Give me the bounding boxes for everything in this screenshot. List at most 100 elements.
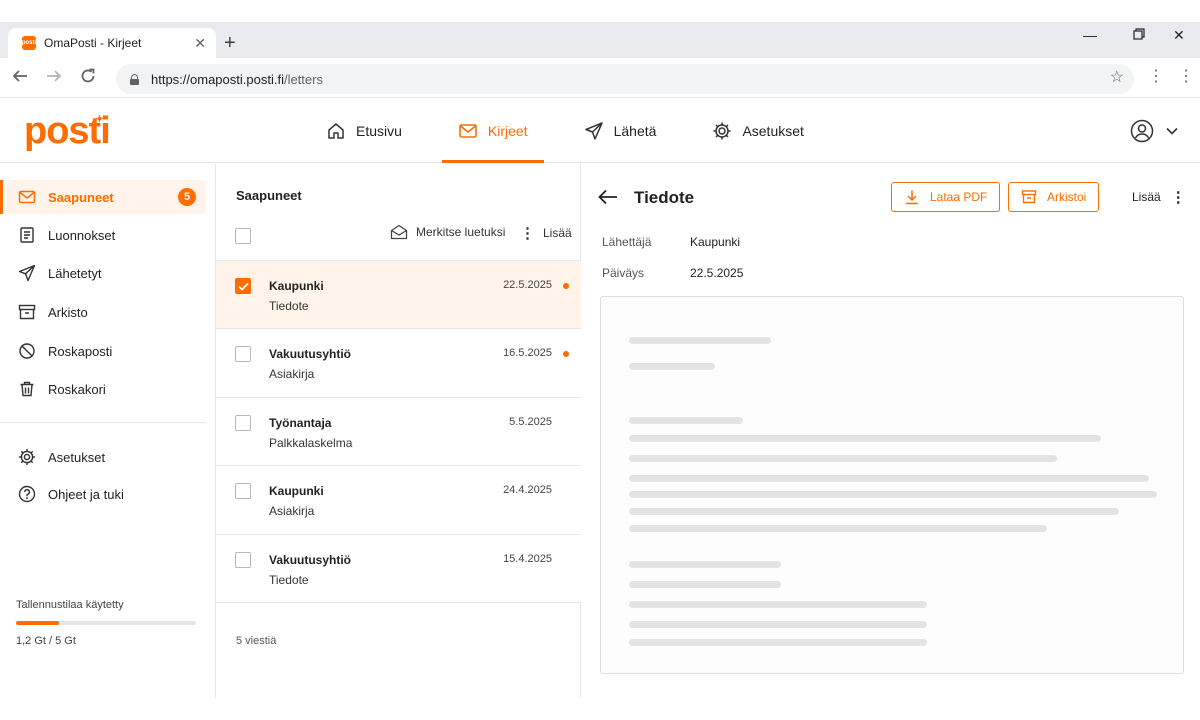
mark-read-button[interactable]: Merkitse luetuksi	[390, 224, 505, 240]
sidebar-item-ohjeet[interactable]: Ohjeet ja tuki	[6, 477, 206, 511]
nav-etusivu-label: Etusivu	[356, 123, 402, 139]
url-path: /letters	[283, 71, 323, 87]
sidebar-item-label: Roskaposti	[48, 343, 113, 359]
row-subject: Tiedote	[269, 299, 309, 313]
document-placeholder-line	[629, 491, 1157, 498]
row-sender: Kaupunki	[269, 484, 324, 499]
document-placeholder-line	[629, 337, 771, 344]
select-all-checkbox[interactable]	[235, 228, 251, 244]
logo-spark-icon	[96, 115, 103, 122]
sidebar-item-lahetetyt[interactable]: Lähetetyt	[6, 256, 206, 290]
message-row[interactable]: Työnantaja Palkkalaskelma 5.5.2025	[216, 397, 581, 467]
mail-icon	[18, 190, 36, 204]
sidebar-item-luonnokset[interactable]: Luonnokset	[6, 218, 206, 252]
browser-tab[interactable]: posti OmaPosti - Kirjeet ✕	[8, 28, 216, 58]
gear-icon	[19, 449, 35, 465]
document-placeholder-line	[629, 561, 781, 568]
sidebar-item-label: Luonnokset	[48, 227, 116, 243]
date-label: Päiväys	[602, 266, 645, 280]
download-pdf-button[interactable]: Lataa PDF	[891, 182, 1001, 212]
sidebar-item-label: Roskakori	[48, 381, 106, 397]
row-date: 16.5.2025	[503, 347, 552, 360]
app-header: posti Etusivu Kirjeet Lähetä Asetukset	[0, 99, 1200, 163]
row-checkbox[interactable]	[235, 551, 251, 568]
detail-more-label: Lisää	[1132, 190, 1161, 204]
draft-icon	[20, 227, 34, 243]
archive-button[interactable]: Arkistoi	[1008, 182, 1100, 212]
minimize-icon[interactable]: —	[1083, 28, 1097, 42]
address-bar[interactable]: https://omaposti.posti.fi/letters ☆	[116, 64, 1134, 94]
sidebar-divider	[0, 422, 206, 423]
nav-asetukset[interactable]: Asetukset	[696, 99, 819, 163]
document-placeholder-line	[629, 508, 1119, 515]
document-placeholder-line	[629, 475, 1149, 482]
list-more-button[interactable]: ⋮ Lisää	[520, 224, 572, 242]
archive-icon	[1021, 190, 1037, 204]
sidebar-item-roskakori[interactable]: Roskakori	[6, 372, 206, 406]
sidebar-item-label: Arkisto	[48, 304, 88, 320]
sidebar-item-saapuneet[interactable]: Saapuneet 5	[0, 180, 206, 214]
send-icon	[584, 122, 603, 140]
help-icon	[18, 485, 36, 503]
date-value: 22.5.2025	[690, 266, 744, 280]
detail-more-button[interactable]: Lisää ⋮	[1132, 188, 1186, 206]
message-row[interactable]: Kaupunki Asiakirja 24.4.2025	[216, 466, 581, 535]
restore-icon[interactable]	[1133, 28, 1145, 42]
document-placeholder-line	[629, 639, 927, 646]
nav-kirjeet-label: Kirjeet	[487, 123, 528, 139]
message-row[interactable]: Kaupunki Tiedote 22.5.2025	[216, 261, 581, 330]
mark-read-label: Merkitse luetuksi	[416, 225, 506, 239]
row-checkbox[interactable]	[235, 346, 251, 363]
account-menu[interactable]	[1130, 119, 1178, 143]
nav-kirjeet[interactable]: Kirjeet	[441, 99, 544, 163]
sidebar-item-asetukset[interactable]: Asetukset	[6, 440, 206, 474]
new-tab-icon[interactable]: +	[224, 33, 236, 53]
row-checkbox[interactable]	[235, 483, 251, 500]
sidebar-item-label: Saapuneet	[48, 189, 114, 205]
sidebar-item-roskaposti[interactable]: Roskaposti	[6, 334, 206, 368]
back-arrow-icon[interactable]	[598, 188, 618, 209]
close-window-icon[interactable]: ✕	[1173, 28, 1185, 42]
row-sender: Vakuutusyhtiö	[269, 552, 352, 567]
extensions-menu-icon[interactable]: ⋮	[1178, 68, 1194, 86]
document-placeholder-line	[629, 525, 1047, 532]
storage-progress-bar	[16, 621, 196, 625]
browser-tabstrip: posti OmaPosti - Kirjeet ✕ + — ✕	[0, 22, 1200, 58]
document-placeholder-line	[629, 435, 1101, 442]
sidebar-item-label: Lähetetyt	[48, 265, 102, 281]
checkmark-icon	[237, 282, 249, 291]
send-icon	[18, 264, 36, 282]
sidebar: Saapuneet 5 Luonnokset Lähetetyt Arkisto…	[0, 164, 216, 698]
row-date: 15.4.2025	[503, 552, 552, 565]
document-placeholder-line	[629, 601, 927, 608]
close-tab-icon[interactable]: ✕	[194, 35, 206, 52]
row-checkbox[interactable]	[235, 278, 251, 294]
storage-value: 1,2 Gt / 5 Gt	[16, 635, 76, 647]
forward-icon[interactable]	[46, 68, 62, 88]
back-icon[interactable]	[12, 68, 28, 88]
message-row[interactable]: Vakuutusyhtiö Tiedote 15.4.2025	[216, 534, 581, 603]
mail-icon	[459, 124, 477, 138]
nav-etusivu[interactable]: Etusivu	[310, 99, 418, 163]
list-more-label: Lisää	[543, 226, 572, 240]
reload-icon[interactable]	[80, 68, 96, 88]
document-placeholder-line	[629, 417, 743, 424]
bookmark-star-icon[interactable]: ☆	[1110, 70, 1124, 86]
browser-toolbar: https://omaposti.posti.fi/letters ☆ ⋮ ⋮	[0, 58, 1200, 98]
more-vertical-icon: ⋮	[520, 225, 535, 242]
list-toolbar: Merkitse luetuksi ⋮ Lisää	[216, 220, 581, 260]
row-subject: Tiedote	[269, 572, 309, 587]
row-date: 22.5.2025	[503, 279, 552, 291]
url-host: https://omaposti.posti.fi	[151, 71, 284, 87]
row-sender: Työnantaja	[269, 415, 332, 430]
posti-favicon: posti	[22, 36, 36, 50]
row-checkbox[interactable]	[235, 414, 251, 431]
archive-icon	[18, 304, 36, 320]
unread-count-badge: 5	[178, 188, 196, 206]
sidebar-item-arkisto[interactable]: Arkisto	[6, 295, 206, 329]
home-icon	[328, 123, 344, 139]
browser-menu-icon[interactable]: ⋮	[1148, 68, 1164, 86]
message-row[interactable]: Vakuutusyhtiö Asiakirja 16.5.2025	[216, 329, 581, 398]
nav-laheta[interactable]: Lähetä	[568, 99, 673, 163]
document-preview[interactable]	[600, 296, 1184, 674]
